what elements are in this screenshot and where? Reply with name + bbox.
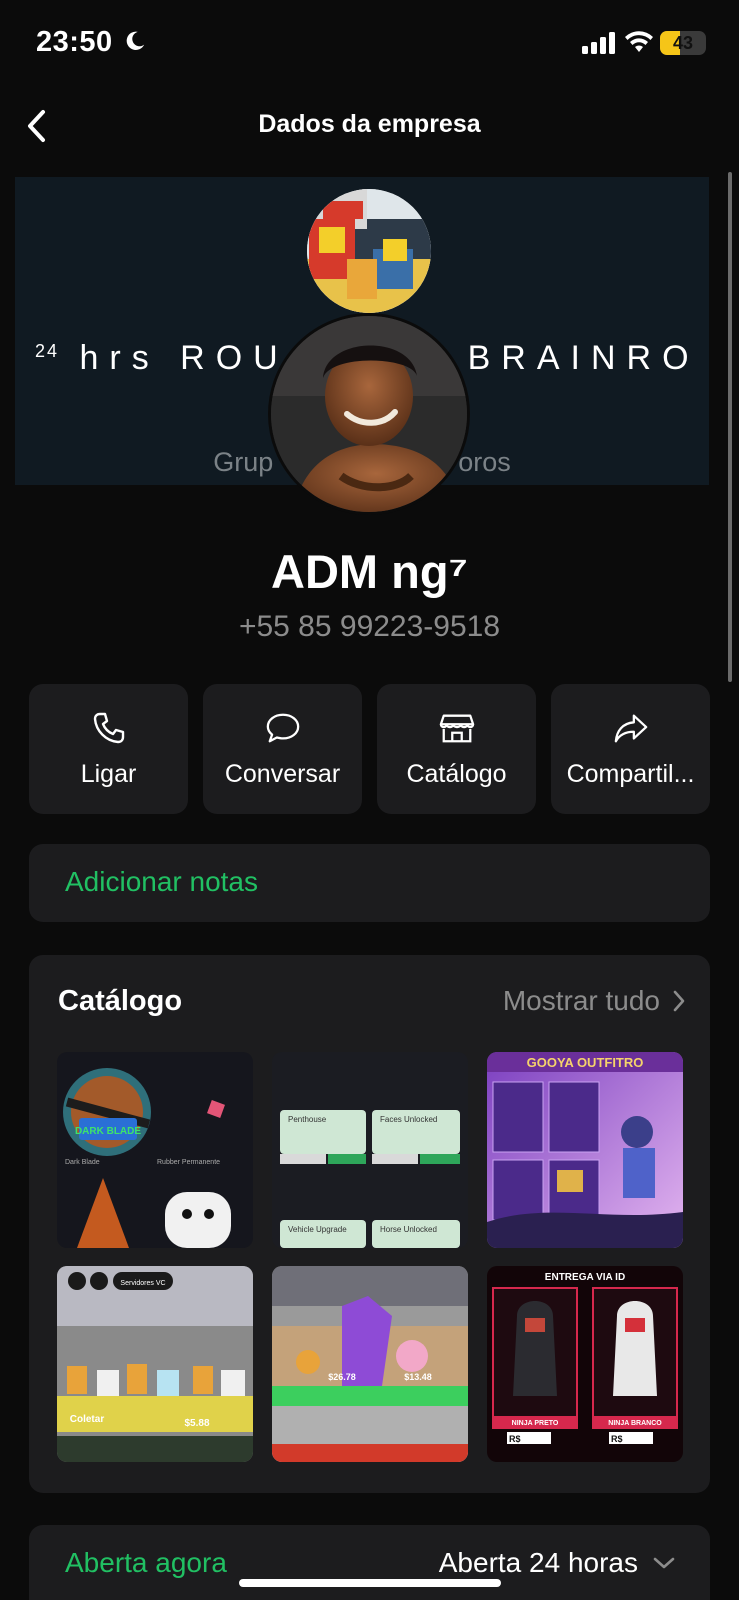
catalog-item[interactable]: DARK BLADE Dark Blade Rubber Permanente (57, 1052, 253, 1248)
item-caption: Dark Blade (65, 1159, 100, 1166)
profile-avatar[interactable] (268, 313, 470, 515)
catalog-title: Catálogo (58, 985, 183, 1017)
wifi-icon (625, 31, 653, 52)
catalog-section: Catálogo Mostrar tudo DARK BLADE Dark Bl… (29, 955, 710, 1493)
catalog-button-label: Catálogo (406, 759, 507, 788)
moon-icon (126, 31, 145, 50)
business-name: ADM ng⁷ (271, 545, 468, 598)
business-hours-row[interactable]: Aberta agora Aberta 24 horas (29, 1525, 710, 1600)
storefront-icon (439, 714, 474, 742)
call-button[interactable]: Ligar (29, 684, 188, 814)
item-caption: Servidores VC (120, 1280, 165, 1287)
status-time: 23:50 (36, 26, 113, 58)
chevron-down-icon (653, 1557, 675, 1569)
cellular-signal-icon (582, 32, 615, 54)
catalog-item[interactable]: ENTREGA VIA ID NINJA PRETO NINJA BRANCO … (487, 1266, 683, 1462)
catalog-item[interactable]: Servidores VC Coletar $5.88 (57, 1266, 253, 1462)
page-title: Dados da empresa (258, 110, 481, 138)
community-prefix: 24 (35, 341, 60, 361)
hours-detail: Aberta 24 horas (438, 1547, 638, 1578)
chat-button[interactable]: Conversar (203, 684, 362, 814)
hours-status: Aberta agora (65, 1547, 227, 1578)
add-notes-button[interactable]: Adicionar notas (29, 844, 710, 922)
item-caption: R$ (611, 1434, 623, 1444)
catalog-item[interactable]: Penthouse Faces Unlocked Vehicle Upgrade… (272, 1052, 468, 1248)
status-bar: 23:50 43 (0, 0, 739, 90)
item-caption: Faces Unlocked (380, 1115, 437, 1124)
catalog-item[interactable]: GOOYA OUTFITRO (487, 1052, 683, 1248)
community-name-right: BRAINRO (467, 339, 700, 377)
item-caption: Coletar (70, 1414, 105, 1425)
item-caption: ENTREGA VIA ID (545, 1272, 625, 1283)
battery-label: 43 (672, 33, 694, 53)
item-caption: $13.48 (404, 1372, 432, 1382)
item-caption: Vehicle Upgrade (288, 1225, 347, 1234)
catalog-grid: DARK BLADE Dark Blade Rubber Permanente (57, 1052, 683, 1462)
catalog-show-all-link[interactable]: Mostrar tudo (503, 985, 686, 1017)
share-icon (614, 714, 647, 742)
catalog-item[interactable]: $26.78 $13.48 (272, 1266, 468, 1462)
business-phone: +55 85 99223-9518 (238, 610, 501, 643)
battery-charging-icon: 43 (660, 31, 706, 55)
item-caption: $26.78 (328, 1372, 356, 1382)
item-caption: Penthouse (288, 1115, 327, 1124)
phone-icon (93, 712, 124, 743)
home-indicator[interactable] (239, 1579, 501, 1587)
item-caption: $5.88 (184, 1418, 209, 1429)
community-name-left: hrs ROU (79, 339, 289, 377)
chat-button-label: Conversar (224, 759, 341, 788)
catalog-show-all-label: Mostrar tudo (502, 985, 660, 1016)
share-button-label: Compartil... (566, 759, 695, 788)
scrollbar[interactable] (728, 172, 732, 682)
item-caption: NINJA BRANCO (608, 1420, 662, 1427)
item-caption: Horse Unlocked (380, 1225, 437, 1234)
item-caption: Rubber Permanente (157, 1159, 220, 1166)
chat-bubble-icon (266, 713, 299, 742)
item-caption: NINJA PRETO (512, 1420, 559, 1427)
item-badge: DARK BLADE (75, 1126, 141, 1137)
share-button[interactable]: Compartil... (551, 684, 710, 814)
community-subtitle-left: Grup (213, 447, 274, 477)
action-buttons: Ligar Conversar Catálogo Compartil... (29, 684, 710, 814)
catalog-button[interactable]: Catálogo (377, 684, 536, 814)
call-button-label: Ligar (80, 759, 137, 788)
community-avatar[interactable] (307, 189, 431, 313)
item-caption: GOOYA OUTFITRO (527, 1055, 644, 1070)
item-caption: R$ (509, 1434, 521, 1444)
chevron-right-icon (673, 990, 685, 1012)
community-subtitle-right: oros (458, 447, 511, 477)
